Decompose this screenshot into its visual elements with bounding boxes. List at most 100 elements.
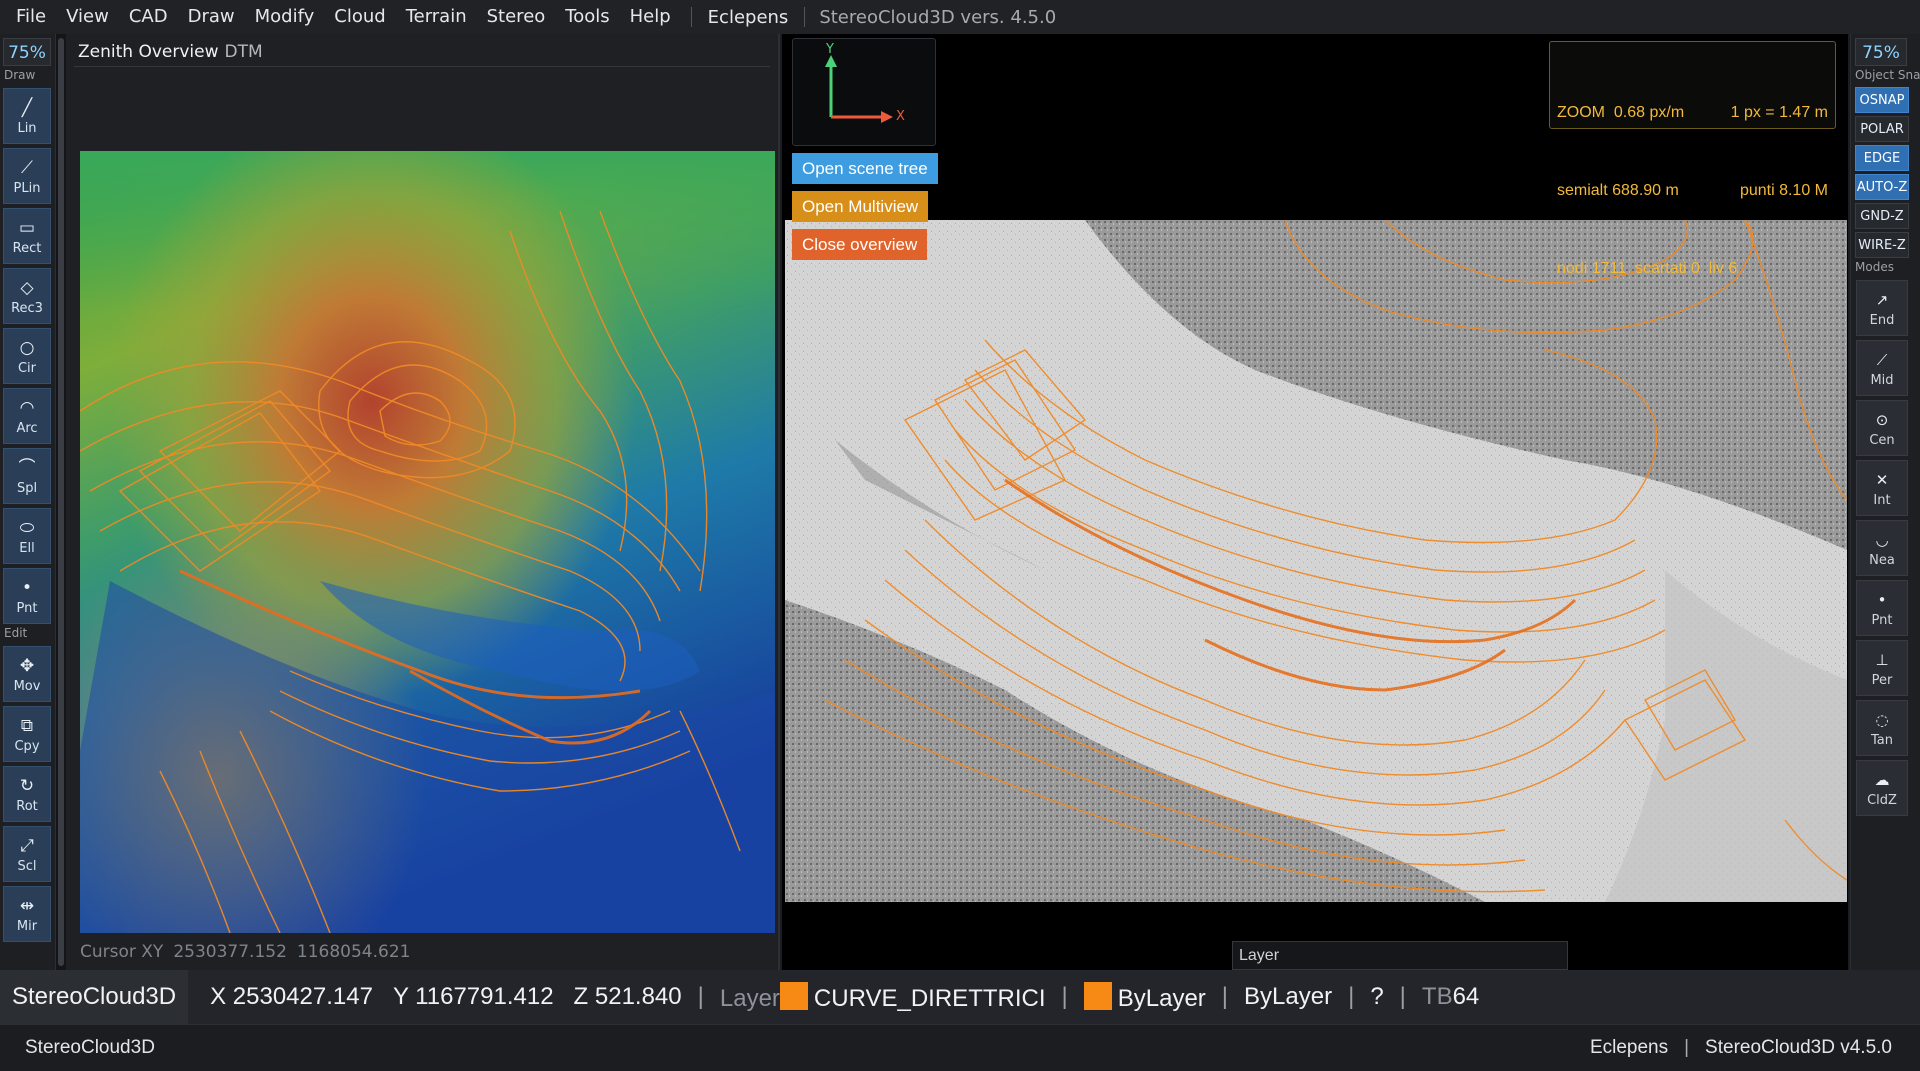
status-linetype[interactable]: ByLayer: [1234, 983, 1342, 1011]
polyline-icon: ⟋: [21, 157, 33, 178]
snap-midpoint-button[interactable]: ⟋ Mid: [1856, 340, 1908, 396]
tool-label: Ell: [19, 540, 35, 556]
mode-label: Nea: [1869, 552, 1895, 568]
tool-label: Scl: [17, 858, 37, 874]
wire-z-toggle[interactable]: WIRE-Z: [1855, 232, 1909, 258]
menu-tools[interactable]: Tools: [555, 0, 619, 34]
menu-view[interactable]: View: [56, 0, 119, 34]
snap-perpendicular-button[interactable]: ⊥ Per: [1856, 640, 1908, 696]
status-layer[interactable]: Layer CURVE_DIRETTRICI: [710, 981, 1056, 1013]
circle-icon: ○: [19, 337, 35, 358]
status-x-coordinate: X 2530427.147: [210, 983, 373, 1010]
point-icon: •: [21, 577, 33, 598]
snap-center-button[interactable]: ⊙ Cen: [1856, 400, 1908, 456]
status-separator: |: [1348, 983, 1355, 1010]
left-toolbar-scrollbar[interactable]: [56, 34, 66, 970]
axis-icon: [825, 55, 893, 123]
tool-scale-button[interactable]: ⤢ Scl: [3, 826, 51, 882]
tool-copy-button[interactable]: ⧉ Cpy: [3, 706, 51, 762]
axis-x-label: X: [896, 109, 905, 124]
tool-rectangle-button[interactable]: ▭ Rect: [3, 208, 51, 264]
menu-cad[interactable]: CAD: [119, 0, 178, 34]
left-zoom-badge[interactable]: 75%: [3, 38, 51, 66]
tool-label: Pnt: [16, 600, 38, 616]
bottom-bar: StereoCloud3D Eclepens | StereoCloud3D v4.…: [0, 1024, 1920, 1071]
rotate-icon: ↻: [19, 775, 35, 796]
snap-intersection-button[interactable]: ✕ Int: [1856, 460, 1908, 516]
tool-move-button[interactable]: ✥ Mov: [3, 646, 51, 702]
cursor-coordinates: Cursor XY 2530377.152 1168054.621: [80, 942, 420, 962]
point-count: punti 8.10 M: [1739, 182, 1828, 199]
line-icon: ╱: [21, 97, 33, 118]
tool-mirror-button[interactable]: ⇹ Mir: [3, 886, 51, 942]
auto-z-toggle[interactable]: AUTO-Z: [1855, 174, 1909, 200]
tool-point-button[interactable]: • Pnt: [3, 568, 51, 624]
mode-label: Mid: [1870, 372, 1894, 388]
status-layer-name: CURVE_DIRETTRICI: [813, 984, 1046, 1012]
close-overview-button[interactable]: Close overview: [792, 229, 928, 260]
edge-toggle[interactable]: EDGE: [1855, 145, 1909, 171]
status-app-name: StereoCloud3D: [0, 970, 189, 1024]
menu-separator: [690, 7, 692, 27]
tool-label: Rec3: [11, 300, 43, 316]
mirror-icon: ⇹: [19, 895, 35, 916]
menu-help[interactable]: Help: [620, 0, 681, 34]
stereo-viewport[interactable]: Y X Open scene tree Open Multiview Close…: [782, 34, 1848, 970]
tool-arc-button[interactable]: ◠ Arc: [3, 388, 51, 444]
snap-cloud-z-button[interactable]: ☁ CldZ: [1856, 760, 1908, 816]
dtm-overview-map[interactable]: [80, 151, 775, 933]
status-color[interactable]: ByLayer: [1074, 981, 1216, 1013]
move-icon: ✥: [19, 655, 35, 676]
menu-stereo[interactable]: Stereo: [477, 0, 556, 34]
tangent-icon: ◌: [1875, 710, 1889, 729]
open-scene-tree-button[interactable]: Open scene tree: [792, 153, 938, 184]
tool-spline-button[interactable]: ⌒ Spl: [3, 448, 51, 504]
midpoint-icon: ⟋: [1876, 350, 1888, 369]
status-help[interactable]: ?: [1360, 983, 1393, 1011]
mode-label: Per: [1871, 672, 1893, 688]
cursor-y-value: 1168054.621: [296, 942, 411, 962]
tool-rotate-button[interactable]: ↻ Rot: [3, 766, 51, 822]
tool-label: Rect: [12, 240, 42, 256]
endpoint-icon: ↗: [1875, 290, 1889, 309]
open-multiview-button[interactable]: Open Multiview: [792, 191, 929, 222]
menu-draw[interactable]: Draw: [178, 0, 245, 34]
tool-label: PLin: [13, 180, 41, 196]
layer-input[interactable]: Layer: [1232, 941, 1568, 970]
snap-nearest-button[interactable]: ◡ Nea: [1856, 520, 1908, 576]
copy-icon: ⧉: [20, 715, 34, 736]
snap-point-button[interactable]: • Pnt: [1856, 580, 1908, 636]
tool-rect3-button[interactable]: ◇ Rec3: [3, 268, 51, 324]
menu-modify[interactable]: Modify: [245, 0, 325, 34]
object-snap-label: Object Snap: [1855, 68, 1920, 82]
right-zoom-badge[interactable]: 75%: [1855, 38, 1907, 66]
menu-terrain[interactable]: Terrain: [396, 0, 477, 34]
tool-ellipse-button[interactable]: ⬭ Ell: [3, 508, 51, 564]
mode-label: Cen: [1869, 432, 1895, 448]
overview-title: Zenith Overview DTM: [78, 42, 263, 62]
bottom-separator: |: [1684, 1037, 1690, 1058]
snap-tangent-button[interactable]: ◌ Tan: [1856, 700, 1908, 756]
point-snap-icon: •: [1877, 590, 1887, 609]
status-bar: StereoCloud3D X 2530427.147 Y 1167791.41…: [0, 970, 1920, 1024]
polar-toggle[interactable]: POLAR: [1855, 116, 1909, 142]
tool-polyline-button[interactable]: ⟋ PLin: [3, 148, 51, 204]
semi-altitude: semialt 688.90 m: [1557, 182, 1679, 199]
tool-line-button[interactable]: ╱ Lin: [3, 88, 51, 144]
snap-endpoint-button[interactable]: ↗ End: [1856, 280, 1908, 336]
bottom-app-name: StereoCloud3D: [25, 1037, 155, 1058]
tool-circle-button[interactable]: ○ Cir: [3, 328, 51, 384]
layer-color-swatch: [779, 981, 808, 1010]
osnap-toggle[interactable]: OSNAP: [1855, 87, 1909, 113]
tool-label: Rot: [16, 798, 38, 814]
modes-label: Modes: [1855, 260, 1894, 274]
menu-cloud[interactable]: Cloud: [324, 0, 395, 34]
status-y-coordinate: Y 1167791.412: [392, 983, 554, 1010]
scrollbar-thumb[interactable]: [58, 38, 64, 966]
status-color-name: ByLayer: [1117, 984, 1206, 1012]
tool-label: Mov: [13, 678, 41, 694]
tool-label: Cir: [17, 360, 37, 376]
gnd-z-toggle[interactable]: GND-Z: [1855, 203, 1909, 229]
menu-file[interactable]: File: [6, 0, 56, 34]
axis-gizmo: Y X: [792, 38, 936, 146]
